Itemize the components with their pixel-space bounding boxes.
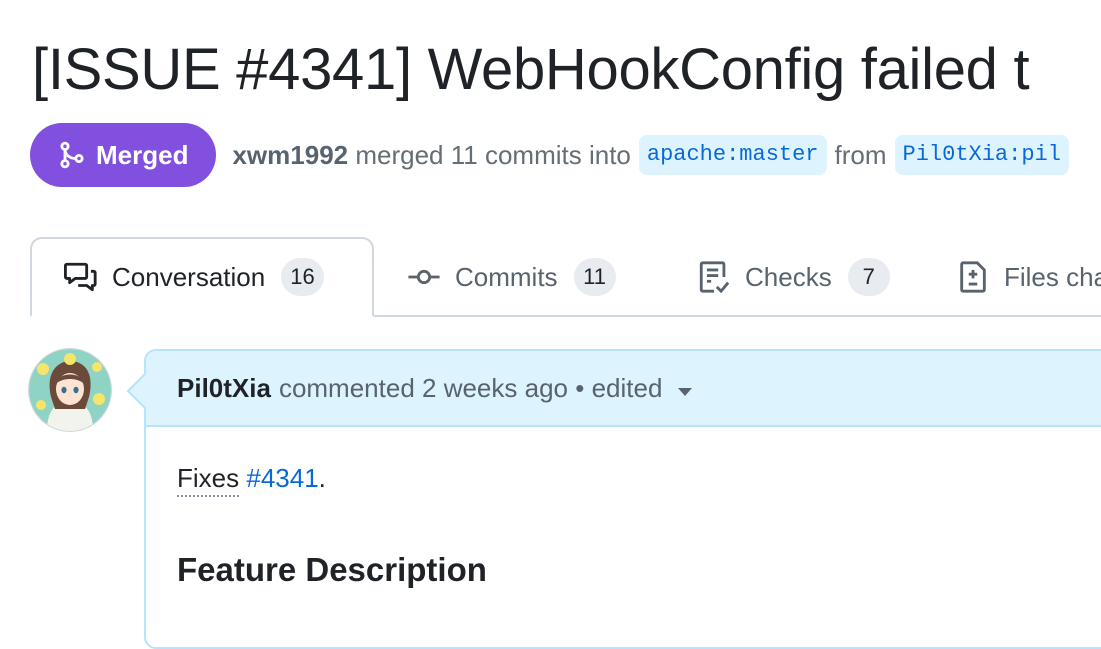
tab-files-changed[interactable]: Files cha — [956, 237, 1101, 317]
pr-title: [ISSUE #4341] WebHookConfig failed t — [32, 37, 1030, 102]
pr-meta: Merged xwm1992 merged 11 commits into ap… — [30, 123, 1077, 187]
comment-card: Pil0tXia commented 2 weeks ago • edited … — [144, 349, 1101, 649]
tab-checks-count: 7 — [847, 258, 890, 296]
tab-conversation-label: Conversation — [112, 261, 266, 292]
comment-body: Fixes #4341. — [177, 463, 326, 497]
merged-label: Merged — [96, 139, 189, 170]
merged-status-badge: Merged — [30, 123, 217, 187]
git-merge-icon — [60, 141, 84, 169]
tab-commits-count: 11 — [573, 258, 616, 296]
comment-header: Pil0tXia commented 2 weeks ago • edited — [146, 351, 1101, 427]
fixes-period: . — [318, 463, 326, 493]
checklist-icon — [699, 261, 730, 294]
tab-conversation-count: 16 — [281, 258, 324, 296]
tab-commits[interactable]: Commits 11 — [407, 237, 616, 317]
from-text: from — [834, 139, 887, 170]
merger-link[interactable]: xwm1992 — [232, 140, 348, 170]
feature-description-heading: Feature Description — [177, 551, 487, 588]
avatar[interactable] — [28, 348, 112, 432]
comment-author-link[interactable]: Pil0tXia — [177, 373, 271, 404]
fixes-keyword: Fixes — [177, 463, 240, 497]
merge-summary: xwm1992 merged 11 commits into — [232, 140, 630, 171]
fixes-line: Fixes #4341. — [177, 463, 326, 497]
tab-conversation[interactable]: Conversation 16 — [30, 237, 374, 317]
comment-action: commented — [278, 372, 415, 403]
comment-discussion-icon — [64, 262, 97, 292]
issue-reference-link[interactable]: #4341 — [246, 463, 318, 493]
head-branch-link[interactable]: Pil0tXia:pil — [894, 135, 1069, 175]
pr-tabs: Conversation 16 Commits 11 Checks 7 File… — [0, 237, 1101, 317]
chevron-down-icon[interactable] — [678, 388, 693, 396]
file-diff-icon — [960, 261, 986, 293]
tab-files-changed-label: Files cha — [1004, 261, 1101, 292]
avatar-image — [29, 349, 111, 431]
comment-edited-label[interactable]: edited — [592, 373, 663, 404]
base-branch-link[interactable]: apache:master — [638, 135, 827, 175]
merge-text: merged 11 commits into — [355, 139, 631, 170]
tab-commits-label: Commits — [455, 261, 558, 292]
tab-checks[interactable]: Checks 7 — [697, 237, 890, 317]
git-commit-icon — [408, 269, 440, 285]
comment-separator: • — [575, 372, 585, 403]
tab-checks-label: Checks — [745, 261, 832, 292]
comment-timestamp-link[interactable]: 2 weeks ago — [422, 373, 568, 404]
